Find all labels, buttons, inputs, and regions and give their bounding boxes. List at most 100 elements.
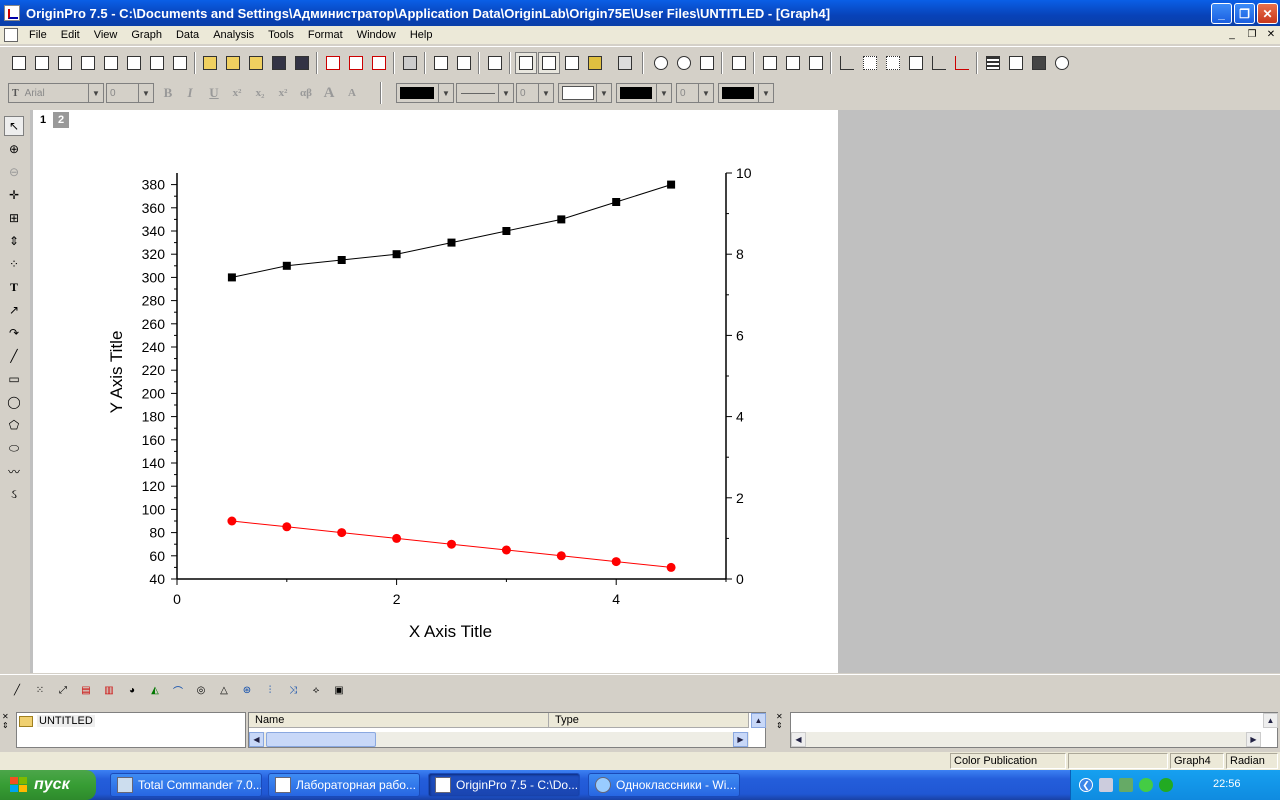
new-matrix-icon[interactable] bbox=[100, 52, 122, 74]
chevron-down-icon[interactable]: ▼ bbox=[538, 84, 553, 102]
explorer-handle[interactable]: ✕ ⇕ bbox=[2, 712, 14, 744]
new-excel-icon[interactable] bbox=[54, 52, 76, 74]
save-template-icon[interactable] bbox=[291, 52, 313, 74]
font-size-combo[interactable]: 0 ▼ bbox=[106, 83, 154, 103]
clock-icon[interactable] bbox=[1051, 52, 1073, 74]
pattern-color-combo[interactable]: ▼ bbox=[616, 83, 672, 103]
layer-1-icon[interactable] bbox=[759, 52, 781, 74]
font-name-combo[interactable]: T Arial ▼ bbox=[8, 83, 104, 103]
menu-view[interactable]: View bbox=[87, 29, 125, 41]
menu-data[interactable]: Data bbox=[169, 29, 206, 41]
network-icon[interactable] bbox=[1099, 778, 1113, 792]
scroll-thumb[interactable] bbox=[266, 732, 376, 747]
menu-help[interactable]: Help bbox=[403, 29, 440, 41]
new-project-icon[interactable] bbox=[8, 52, 30, 74]
info-icon[interactable] bbox=[1159, 778, 1173, 792]
scroll-left-icon[interactable]: ◀ bbox=[249, 732, 264, 747]
pattern-width-combo[interactable]: 0 ▼ bbox=[676, 83, 714, 103]
file-list[interactable]: Name Type ◀ ▶ ▲ bbox=[248, 712, 766, 748]
save-icon[interactable] bbox=[268, 52, 290, 74]
chevron-down-icon[interactable]: ▼ bbox=[698, 84, 713, 102]
layer-4-icon[interactable] bbox=[805, 52, 827, 74]
open-excel-icon[interactable] bbox=[245, 52, 267, 74]
arrow-tool-icon[interactable]: ↗ bbox=[4, 300, 24, 320]
column-header-name[interactable]: Name bbox=[249, 713, 549, 728]
graph-chart[interactable]: 0 2 44060801001201401601802002202402602803… bbox=[33, 110, 838, 673]
usb-icon[interactable] bbox=[1119, 778, 1133, 792]
superscript-button[interactable]: x² bbox=[227, 83, 247, 103]
import-wizard-icon[interactable] bbox=[368, 52, 390, 74]
pie-chart-icon[interactable]: ◕ bbox=[121, 679, 143, 701]
chevron-down-icon[interactable]: ▼ bbox=[138, 84, 153, 102]
ternary-plot-icon[interactable]: △ bbox=[213, 679, 235, 701]
subscript-button[interactable]: x₂ bbox=[250, 83, 270, 103]
print-icon[interactable] bbox=[399, 52, 421, 74]
xy-vector-icon[interactable]: ⤨ bbox=[282, 679, 304, 701]
zoom-out-icon[interactable] bbox=[673, 52, 695, 74]
scatter-plot-icon[interactable]: ⁙ bbox=[29, 679, 51, 701]
zoom-in-tool-icon[interactable]: ⊕ bbox=[4, 139, 24, 159]
template-library-icon[interactable]: ▣ bbox=[328, 679, 350, 701]
rescale-icon[interactable] bbox=[728, 52, 750, 74]
tray-collapse-icon[interactable]: ❮ bbox=[1079, 778, 1093, 792]
polygon-tool-icon[interactable]: ⬠ bbox=[4, 415, 24, 435]
polar-plot-icon[interactable]: ◎ bbox=[190, 679, 212, 701]
results-scrollbar[interactable]: ◀ ▶ bbox=[791, 732, 1261, 747]
line-tool-icon[interactable]: ╱ bbox=[4, 346, 24, 366]
text-tool-icon[interactable]: T bbox=[4, 277, 24, 297]
scroll-right-icon[interactable]: ▶ bbox=[1246, 732, 1261, 747]
mdi-close-button[interactable]: ✕ bbox=[1263, 28, 1279, 42]
results-log-icon[interactable] bbox=[515, 52, 537, 74]
menu-graph[interactable]: Graph bbox=[124, 29, 169, 41]
circle-tool-icon[interactable]: ◯ bbox=[4, 392, 24, 412]
taskbar-word-document[interactable]: Лабораторная рабо... bbox=[268, 773, 420, 797]
taskbar-total-commander[interactable]: Total Commander 7.0... bbox=[110, 773, 262, 797]
zoom-in-icon[interactable] bbox=[650, 52, 672, 74]
line-style-combo[interactable]: ▼ bbox=[456, 83, 514, 103]
scroll-up-icon[interactable]: ▲ bbox=[1263, 713, 1278, 728]
axis-right-icon[interactable] bbox=[882, 52, 904, 74]
draw-data-icon[interactable]: ⁘ bbox=[4, 254, 24, 274]
line-symbol-plot-icon[interactable]: ⤢ bbox=[52, 679, 74, 701]
origin-app-icon[interactable] bbox=[4, 5, 20, 21]
chevron-down-icon[interactable]: ▼ bbox=[758, 84, 773, 102]
line-color-combo[interactable]: ▼ bbox=[396, 83, 454, 103]
increase-font-button[interactable]: A bbox=[319, 83, 339, 103]
mdi-restore-button[interactable]: ❐ bbox=[1244, 28, 1260, 42]
scroll-left-icon[interactable]: ◀ bbox=[791, 732, 806, 747]
refresh-icon[interactable] bbox=[430, 52, 452, 74]
menu-file[interactable]: File bbox=[22, 29, 54, 41]
chevron-down-icon[interactable]: ▼ bbox=[438, 84, 453, 102]
italic-button[interactable]: I bbox=[180, 83, 200, 103]
list-view-icon[interactable] bbox=[982, 52, 1004, 74]
axis-top-left-icon[interactable] bbox=[859, 52, 881, 74]
freehand-tool-icon[interactable]: ઽ bbox=[4, 484, 24, 504]
region-tool-icon[interactable]: ⬭ bbox=[4, 438, 24, 458]
folder-tree[interactable]: UNTITLED bbox=[16, 712, 246, 748]
import-multiple-icon[interactable] bbox=[345, 52, 367, 74]
menu-analysis[interactable]: Analysis bbox=[206, 29, 261, 41]
screen-reader-icon[interactable]: ✛ bbox=[4, 185, 24, 205]
supsub-button[interactable]: x² bbox=[273, 83, 293, 103]
add-column-icon[interactable] bbox=[614, 52, 636, 74]
axis-bottom-left-icon[interactable] bbox=[836, 52, 858, 74]
layer-2-icon[interactable] bbox=[782, 52, 804, 74]
area-plot-icon[interactable]: ◭ bbox=[144, 679, 166, 701]
film-icon[interactable] bbox=[1028, 52, 1050, 74]
bold-button[interactable]: B bbox=[158, 83, 178, 103]
axis-red-icon[interactable] bbox=[951, 52, 973, 74]
import-ascii-icon[interactable] bbox=[322, 52, 344, 74]
vector-plot-icon[interactable]: ⫶ bbox=[259, 679, 281, 701]
decrease-font-button[interactable]: A bbox=[342, 83, 362, 103]
menu-format[interactable]: Format bbox=[301, 29, 350, 41]
horizontal-scrollbar[interactable]: ◀ ▶ bbox=[249, 732, 749, 747]
line-width-combo[interactable]: 0 ▼ bbox=[516, 83, 554, 103]
whole-page-icon[interactable] bbox=[696, 52, 718, 74]
script-window-icon[interactable] bbox=[538, 52, 560, 74]
new-worksheet-icon[interactable] bbox=[31, 52, 53, 74]
chevron-down-icon[interactable]: ▼ bbox=[656, 84, 671, 102]
start-button[interactable]: пуск bbox=[0, 770, 96, 800]
menu-tools[interactable]: Tools bbox=[261, 29, 301, 41]
chevron-down-icon[interactable]: ▼ bbox=[596, 84, 611, 102]
scroll-up-icon[interactable]: ▲ bbox=[751, 713, 766, 728]
